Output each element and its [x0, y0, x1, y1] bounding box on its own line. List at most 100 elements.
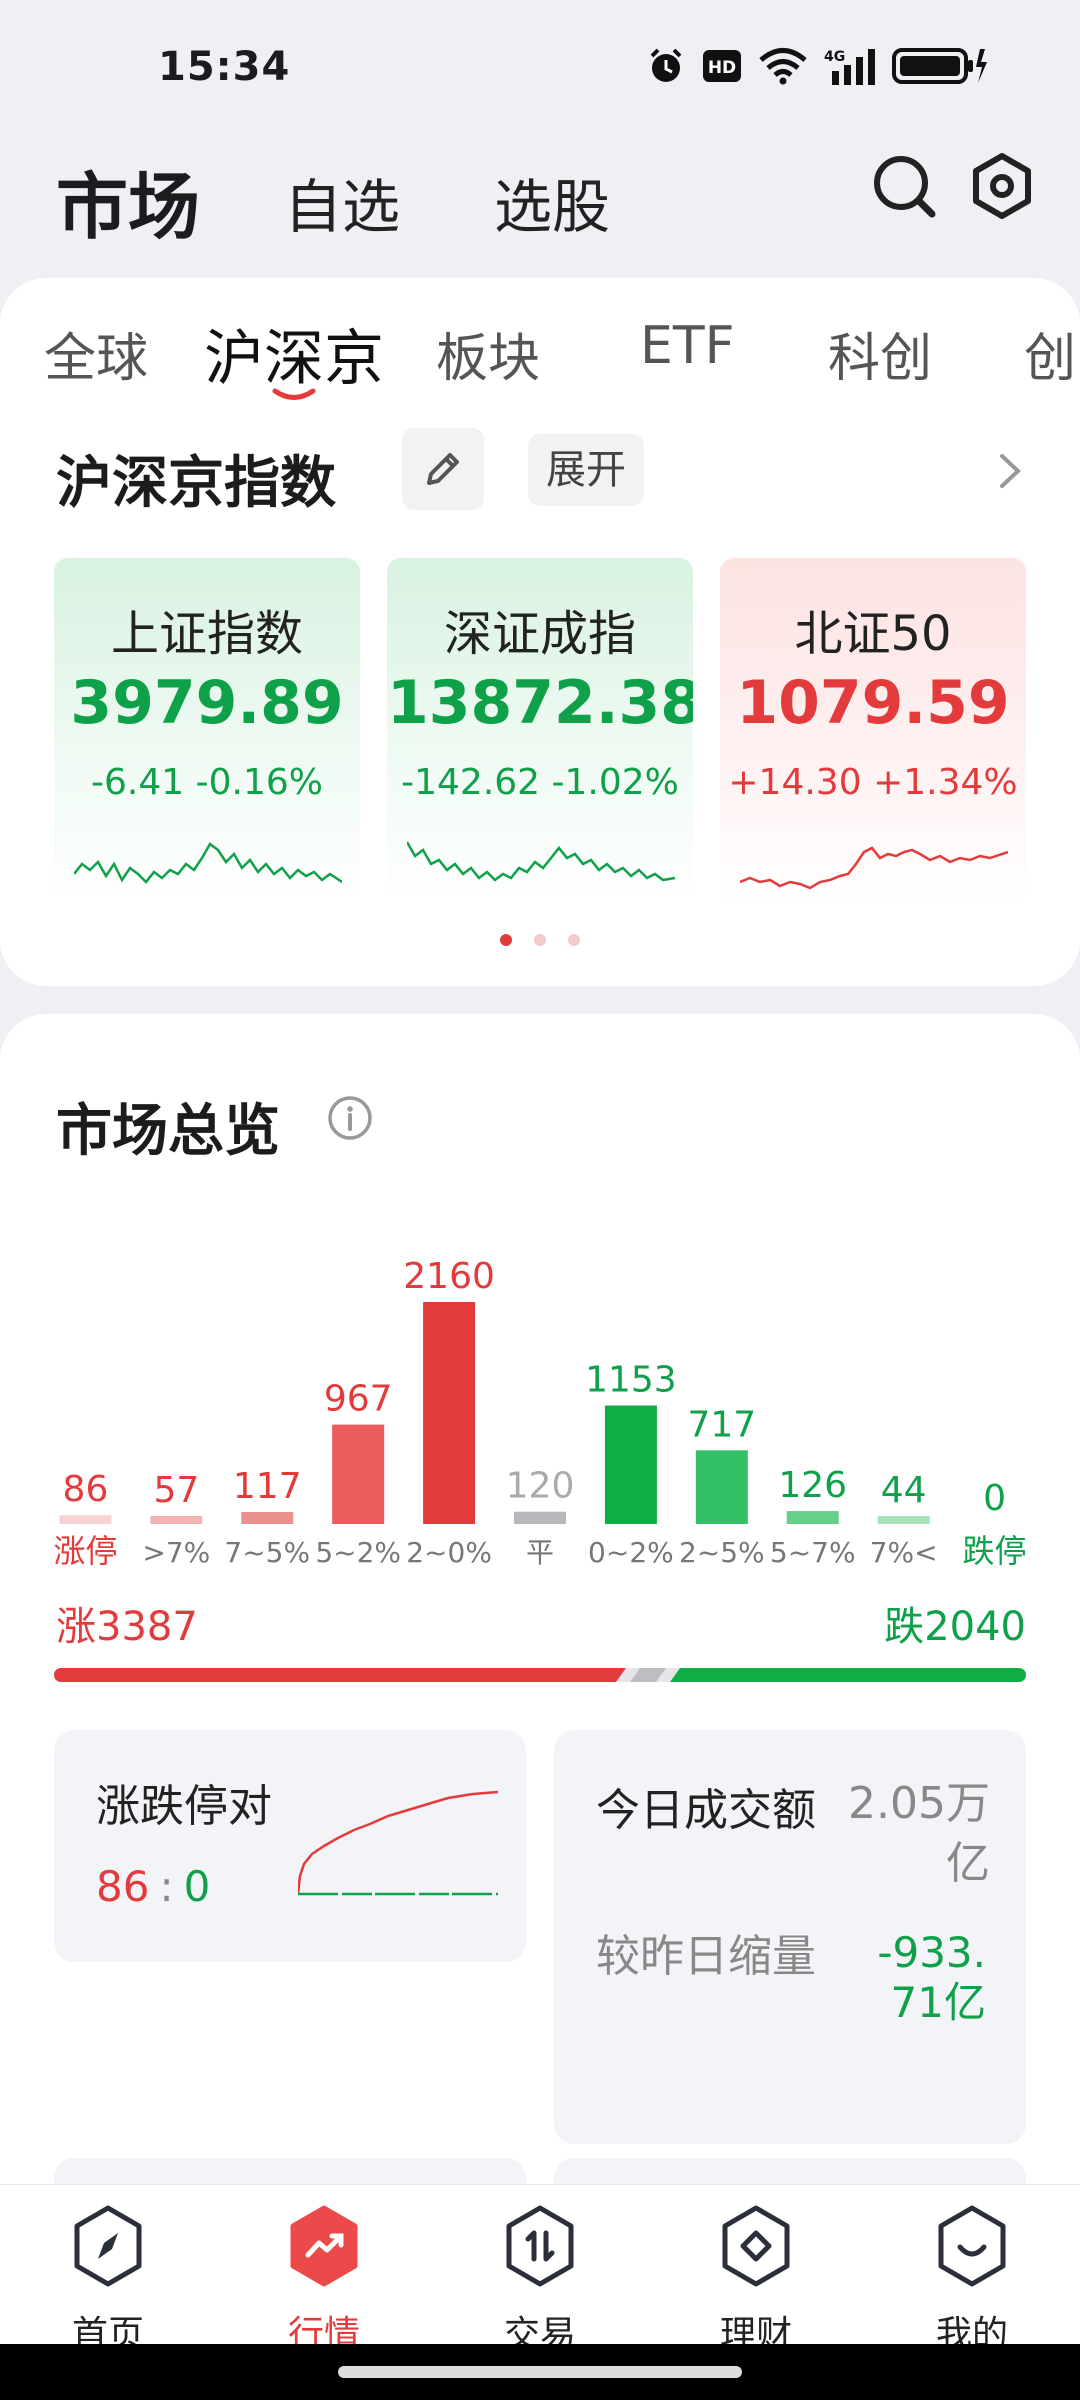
bar-7 [695, 1450, 748, 1524]
market-overview-title: 市场总览 [56, 1099, 280, 1164]
cellular-icon: 4G [824, 49, 875, 85]
limit-ratio-sep: : [159, 1862, 174, 1911]
limit-ratio: 86:0 [96, 1862, 210, 1911]
nav-trade[interactable]: 交易 [470, 2205, 610, 2355]
turnover-label: 今日成交额 [596, 1785, 816, 1836]
tab-star-market[interactable]: 科创 [828, 316, 932, 391]
chevron-right-icon[interactable] [996, 450, 1024, 492]
advance-count: 涨3387 [56, 1604, 198, 1650]
nav-watchlist[interactable]: 自选 [284, 160, 400, 244]
edit-button[interactable] [402, 428, 484, 510]
turnover-compare-label: 较昨日缩量 [596, 1931, 816, 1982]
bar-value-label: 117 [233, 1466, 302, 1507]
battery-icon [892, 48, 987, 84]
bar-2 [241, 1511, 294, 1524]
index-sparkline [407, 841, 675, 882]
bar-category-label: 5~2% [315, 1536, 401, 1569]
expand-button[interactable]: 展开 [528, 434, 644, 506]
bar-1 [150, 1516, 203, 1524]
tab-chinext[interactable]: 创 [1024, 316, 1076, 391]
tab-sectors[interactable]: 板块 [436, 316, 540, 391]
info-icon[interactable] [326, 1094, 374, 1142]
tab-etf[interactable]: ETF [640, 316, 735, 376]
status-icons: HD 4G [646, 46, 988, 86]
nav-stock-picker[interactable]: 选股 [494, 160, 610, 244]
profile-icon [938, 2205, 1006, 2287]
index-value: 3979.89 [70, 668, 344, 738]
bar-category-label: 0~2% [588, 1536, 674, 1569]
index-change: -6.41 -0.16% [54, 762, 360, 803]
index-name: 上证指数 [110, 606, 303, 662]
limit-up-count: 86 [96, 1862, 150, 1911]
app-header: 市场 自选 选股 [0, 130, 1080, 250]
home-indicator[interactable] [338, 2366, 742, 2378]
settings-icon[interactable] [966, 150, 1038, 222]
index-name: 北证50 [794, 606, 952, 662]
bar-value-label: 44 [881, 1470, 927, 1511]
bar-category-label: 5~7% [770, 1536, 856, 1569]
index-card-shenzhen[interactable]: 深证成指 13872.38 -142.62 -1.02% [387, 558, 693, 908]
turnover-box[interactable]: 今日成交额 2.05万亿 较昨日缩量 -933.71亿 [554, 1730, 1026, 2144]
bar-value-label: 120 [506, 1466, 575, 1507]
bar-category-label: 7%< [870, 1536, 938, 1569]
bar-value-label: 717 [687, 1404, 756, 1445]
search-icon[interactable] [868, 150, 940, 222]
bar-category-label: 2~0% [406, 1536, 492, 1569]
nav-home[interactable]: 首页 [38, 2205, 178, 2355]
index-sparkline [740, 846, 1008, 890]
bar-category-label: 涨停 [53, 1532, 117, 1570]
bar-category-label: 7~5% [224, 1536, 310, 1569]
tab-global[interactable]: 全球 [44, 316, 148, 391]
trend-icon [290, 2205, 358, 2287]
index-value: 13872.38 [387, 668, 693, 738]
gesture-bar [0, 2344, 1080, 2400]
index-card-beizheng50[interactable]: 北证50 1079.59 +14.30 +1.34% [720, 558, 1026, 908]
trade-icon [506, 2205, 574, 2287]
bar-category-label: >7% [142, 1536, 210, 1569]
hd-icon: HD [703, 50, 741, 82]
index-change-abs: -6.41 [91, 762, 185, 803]
bar-value-label: 1153 [585, 1359, 677, 1400]
bar-value-label: 86 [63, 1469, 109, 1510]
turnover-value: 2.05万亿 [848, 1778, 990, 1889]
bar-5 [514, 1511, 566, 1524]
index-change: +14.30 +1.34% [720, 762, 1026, 803]
bar-category-label: 2~5% [679, 1536, 765, 1569]
active-tab-indicator [272, 388, 316, 400]
nav-market-title[interactable]: 市场 [56, 148, 200, 253]
bar-value-label: 126 [778, 1465, 847, 1506]
nav-wealth[interactable]: 理财 [686, 2205, 826, 2355]
carousel-dots [500, 934, 580, 946]
bar-category-label: 跌停 [963, 1532, 1027, 1570]
status-bar: 15:34 HD 4G [0, 0, 1080, 120]
advance-decline-labels: 涨3387 跌2040 [56, 1594, 1026, 1654]
nav-market[interactable]: 行情 [254, 2205, 394, 2355]
bar-value-label: 2160 [403, 1256, 495, 1297]
index-section-header: 沪深京指数 展开 [0, 428, 1080, 518]
pencil-icon [427, 453, 459, 485]
price-change-distribution-chart: 86 涨停 57 >7% 117 7~5% 967 5~2% 2160 2~0% 120 平 1153 0… [53, 1256, 1027, 1570]
limit-down-count: 0 [183, 1862, 211, 1911]
tab-hushenjing[interactable]: 沪深京 [204, 310, 384, 397]
index-card: 全球 沪深京 板块 ETF 科创 创 沪深京指数 展开 上证指数 3979.89… [0, 278, 1080, 986]
market-tabs: 全球 沪深京 板块 ETF 科创 创 [0, 278, 1080, 408]
index-section-title: 沪深京指数 [56, 451, 336, 516]
alarm-icon [650, 48, 682, 82]
index-change-pct: -0.16% [195, 762, 323, 803]
limit-up-down-box[interactable]: 涨跌停对 86:0 [54, 1730, 526, 1962]
wealth-icon [722, 2205, 790, 2287]
advance-decline-bar [54, 1668, 1026, 1682]
bar-3 [332, 1424, 385, 1524]
bar-8 [786, 1511, 839, 1524]
nav-profile[interactable]: 我的 [902, 2205, 1042, 2355]
index-change-pct: +1.34% [873, 762, 1018, 803]
bar-value-label: 0 [983, 1478, 1006, 1519]
bar-value-label: 57 [153, 1470, 199, 1511]
index-change-pct: -1.02% [551, 762, 679, 803]
index-card-shanghai[interactable]: 上证指数 3979.89 -6.41 -0.16% [54, 558, 360, 908]
bar-4 [423, 1302, 476, 1524]
limit-trend-sparkline [298, 1790, 498, 1896]
index-change: -142.62 -1.02% [387, 762, 693, 803]
bar-0 [59, 1515, 112, 1524]
bar-category-label: 平 [526, 1536, 554, 1569]
